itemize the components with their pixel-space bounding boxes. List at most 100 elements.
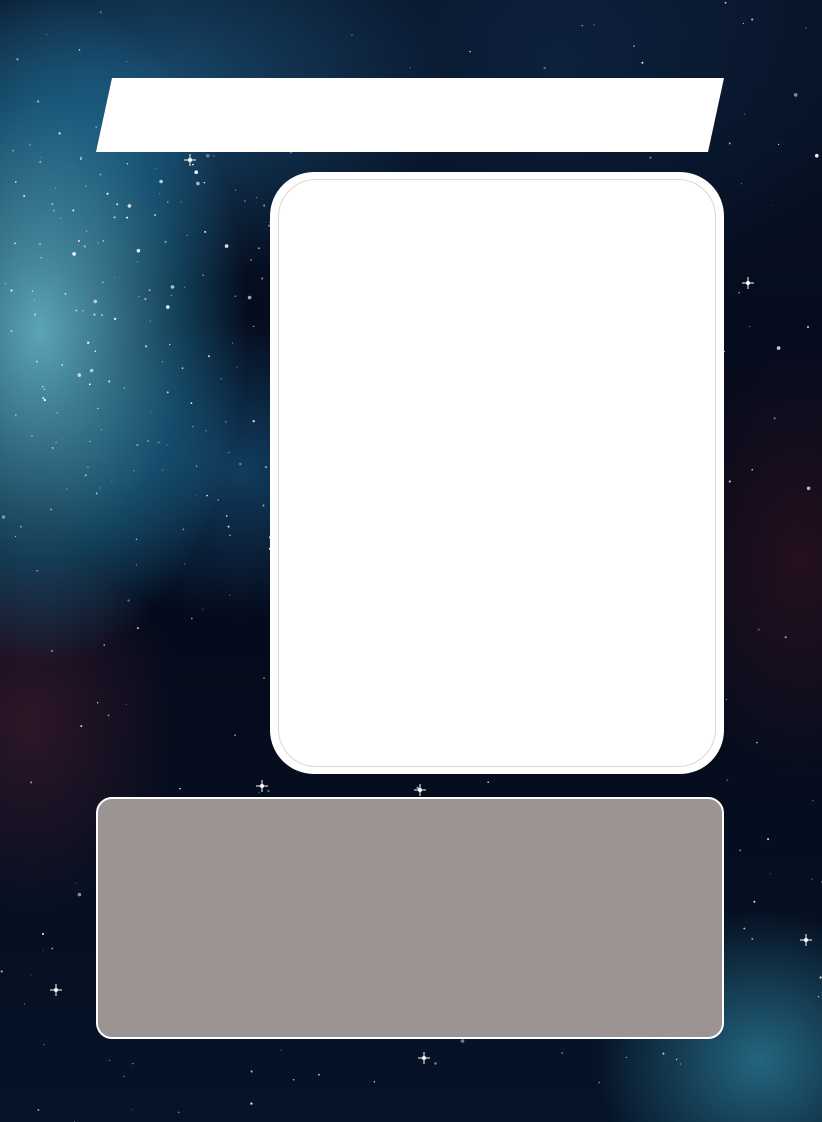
star — [662, 1052, 665, 1055]
star — [103, 644, 105, 646]
star — [55, 441, 57, 444]
card — [0, 0, 822, 1122]
star — [725, 698, 727, 701]
star — [217, 499, 219, 501]
star — [138, 296, 140, 298]
star — [43, 398, 46, 402]
star — [99, 487, 101, 489]
star — [123, 387, 126, 389]
star — [113, 317, 117, 321]
star — [38, 243, 42, 246]
star — [30, 974, 32, 976]
star — [150, 412, 152, 414]
star — [46, 34, 48, 36]
star — [192, 163, 194, 166]
star — [805, 27, 807, 29]
star — [80, 156, 83, 159]
star — [136, 627, 139, 630]
star — [817, 995, 820, 998]
star — [741, 183, 742, 185]
star — [749, 326, 751, 327]
star — [180, 201, 182, 203]
star — [267, 789, 270, 793]
star — [149, 320, 151, 322]
star — [250, 1070, 253, 1073]
star — [581, 24, 583, 27]
star — [726, 779, 729, 782]
star — [77, 373, 82, 377]
star — [78, 49, 81, 51]
star — [811, 878, 813, 880]
star — [351, 34, 353, 36]
star — [72, 209, 75, 212]
star — [229, 594, 231, 596]
star — [751, 468, 754, 471]
star — [675, 1058, 678, 1061]
star — [123, 1075, 125, 1077]
star — [82, 310, 84, 312]
star — [14, 181, 17, 183]
star — [14, 414, 17, 417]
star — [166, 391, 169, 394]
star — [88, 281, 90, 283]
star — [177, 1111, 180, 1114]
star — [125, 703, 127, 705]
star — [469, 50, 471, 53]
star — [250, 258, 252, 261]
star — [744, 113, 746, 115]
star — [793, 93, 798, 97]
star — [812, 800, 814, 802]
star — [159, 193, 161, 195]
star — [66, 488, 68, 490]
star — [186, 234, 188, 236]
star — [58, 132, 61, 135]
star — [80, 725, 83, 728]
star — [195, 494, 198, 496]
star — [42, 396, 45, 399]
star — [776, 346, 781, 350]
star — [633, 45, 635, 47]
sparkle-star — [418, 1052, 430, 1064]
star — [318, 1073, 320, 1076]
sparkle-star — [742, 277, 754, 289]
star — [204, 431, 206, 433]
star — [108, 380, 111, 383]
star — [93, 299, 98, 304]
star — [190, 617, 193, 620]
star — [53, 210, 55, 212]
star — [99, 11, 102, 14]
star — [738, 291, 740, 294]
star — [60, 217, 62, 219]
star — [77, 240, 80, 242]
star — [75, 309, 78, 312]
star — [250, 1102, 253, 1105]
star — [487, 781, 490, 784]
star — [373, 1081, 376, 1083]
star — [257, 247, 260, 250]
star — [99, 173, 102, 176]
star — [206, 494, 208, 497]
star — [30, 781, 33, 784]
star — [756, 742, 758, 744]
sparkle-star — [50, 984, 62, 996]
star — [649, 156, 652, 159]
star — [101, 429, 102, 430]
star — [97, 242, 99, 244]
star — [34, 300, 35, 302]
star — [770, 204, 772, 206]
star — [724, 1, 727, 4]
star — [434, 1062, 437, 1065]
star — [234, 734, 237, 737]
star — [88, 383, 91, 386]
star — [148, 289, 151, 291]
star — [228, 451, 230, 454]
star — [561, 1052, 563, 1054]
star — [36, 570, 38, 572]
star — [253, 325, 255, 327]
star — [724, 350, 726, 352]
star — [161, 469, 163, 471]
star — [196, 181, 200, 186]
star — [225, 515, 228, 517]
star — [753, 900, 756, 903]
star — [167, 201, 169, 203]
